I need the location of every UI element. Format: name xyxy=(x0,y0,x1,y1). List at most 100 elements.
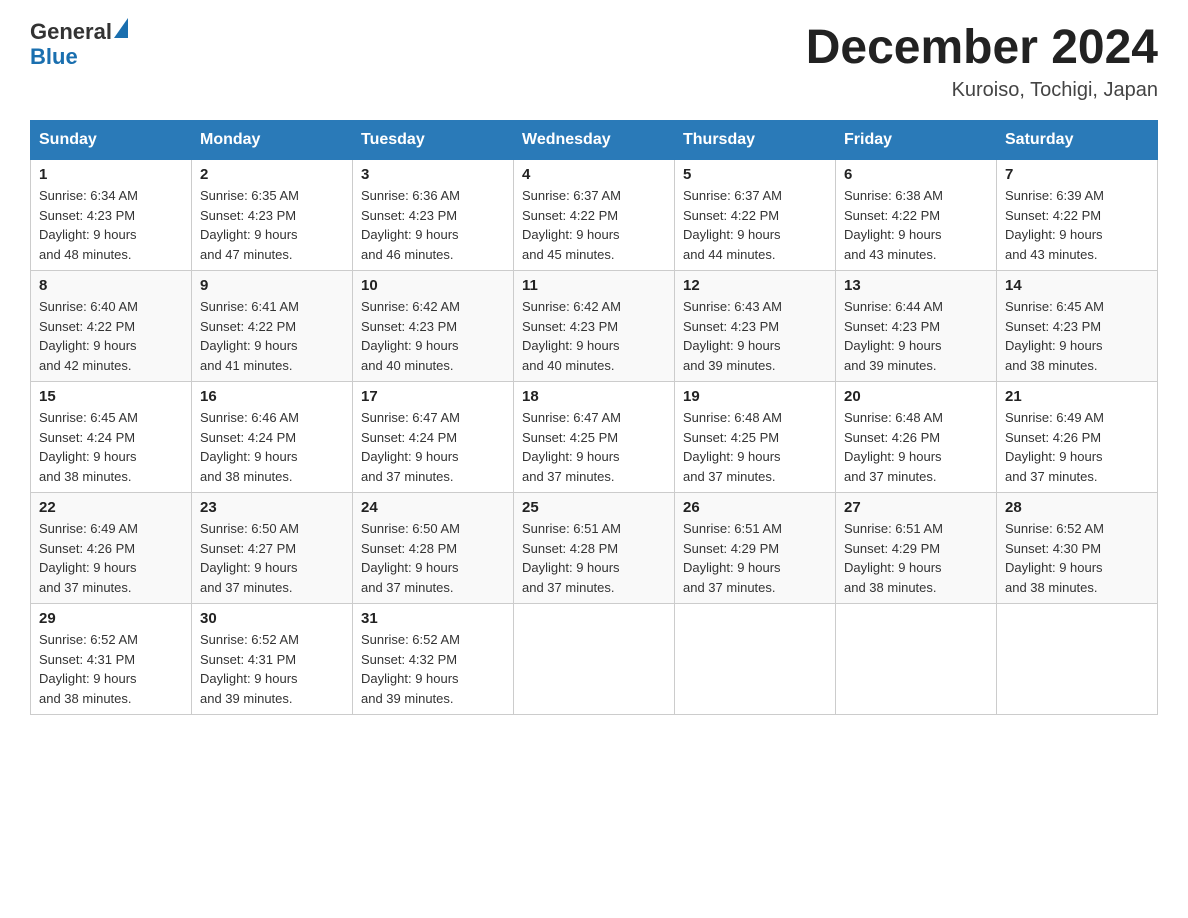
day-info: Sunrise: 6:51 AMSunset: 4:29 PMDaylight:… xyxy=(844,519,988,597)
calendar-cell: 3 Sunrise: 6:36 AMSunset: 4:23 PMDaylight… xyxy=(353,160,514,271)
calendar-table: Sunday Monday Tuesday Wednesday Thursday… xyxy=(30,120,1158,715)
day-info: Sunrise: 6:47 AMSunset: 4:24 PMDaylight:… xyxy=(361,408,505,486)
day-number: 31 xyxy=(361,610,505,627)
calendar-cell: 27Sunrise: 6:51 AMSunset: 4:29 PMDayligh… xyxy=(836,493,997,604)
day-number: 24 xyxy=(361,499,505,516)
calendar-cell: 28 Sunrise: 6:52 AMSunset: 4:30 PMDayligh… xyxy=(997,493,1158,604)
day-info: Sunrise: 6:41 AMSunset: 4:22 PMDaylight:… xyxy=(200,297,344,375)
calendar-cell: 25 Sunrise: 6:51 AMSunset: 4:28 PMDayligh… xyxy=(514,493,675,604)
day-number: 15 xyxy=(39,388,183,405)
calendar-week-2: 8 Sunrise: 6:40 AMSunset: 4:22 PMDaylight… xyxy=(31,271,1158,382)
col-monday: Monday xyxy=(192,121,353,160)
calendar-cell: 19 Sunrise: 6:48 AMSunset: 4:25 PMDayligh… xyxy=(675,382,836,493)
col-sunday: Sunday xyxy=(31,121,192,160)
day-number: 17 xyxy=(361,388,505,405)
calendar-cell: 13Sunrise: 6:44 AMSunset: 4:23 PMDayligh… xyxy=(836,271,997,382)
day-info: Sunrise: 6:50 AMSunset: 4:28 PMDaylight:… xyxy=(361,519,505,597)
day-number: 1 xyxy=(39,166,183,183)
calendar-cell: 22 Sunrise: 6:49 AMSunset: 4:26 PMDayligh… xyxy=(31,493,192,604)
calendar-week-1: 1 Sunrise: 6:34 AMSunset: 4:23 PMDaylight… xyxy=(31,160,1158,271)
day-number: 3 xyxy=(361,166,505,183)
day-info: Sunrise: 6:36 AMSunset: 4:23 PMDaylight:… xyxy=(361,186,505,264)
day-number: 29 xyxy=(39,610,183,627)
calendar-cell: 30Sunrise: 6:52 AMSunset: 4:31 PMDayligh… xyxy=(192,604,353,715)
day-info: Sunrise: 6:48 AMSunset: 4:25 PMDaylight:… xyxy=(683,408,827,486)
day-number: 6 xyxy=(844,166,988,183)
calendar-cell xyxy=(675,604,836,715)
day-number: 11 xyxy=(522,277,666,294)
page-header: General Blue December 2024 Kuroiso, Toch… xyxy=(30,20,1158,102)
col-saturday: Saturday xyxy=(997,121,1158,160)
calendar-cell: 18Sunrise: 6:47 AMSunset: 4:25 PMDayligh… xyxy=(514,382,675,493)
calendar-cell: 26 Sunrise: 6:51 AMSunset: 4:29 PMDayligh… xyxy=(675,493,836,604)
calendar-cell: 5 Sunrise: 6:37 AMSunset: 4:22 PMDaylight… xyxy=(675,160,836,271)
calendar-cell: 11 Sunrise: 6:42 AMSunset: 4:23 PMDayligh… xyxy=(514,271,675,382)
day-info: Sunrise: 6:40 AMSunset: 4:22 PMDaylight:… xyxy=(39,297,183,375)
calendar-cell: 15Sunrise: 6:45 AMSunset: 4:24 PMDayligh… xyxy=(31,382,192,493)
calendar-cell: 29 Sunrise: 6:52 AMSunset: 4:31 PMDayligh… xyxy=(31,604,192,715)
day-info: Sunrise: 6:47 AMSunset: 4:25 PMDaylight:… xyxy=(522,408,666,486)
main-title: December 2024 xyxy=(806,20,1158,75)
day-info: Sunrise: 6:42 AMSunset: 4:23 PMDaylight:… xyxy=(522,297,666,375)
day-info: Sunrise: 6:49 AMSunset: 4:26 PMDaylight:… xyxy=(1005,408,1149,486)
subtitle: Kuroiso, Tochigi, Japan xyxy=(806,79,1158,102)
title-block: December 2024 Kuroiso, Tochigi, Japan xyxy=(806,20,1158,102)
calendar-cell: 16 Sunrise: 6:46 AMSunset: 4:24 PMDayligh… xyxy=(192,382,353,493)
day-info: Sunrise: 6:51 AMSunset: 4:28 PMDaylight:… xyxy=(522,519,666,597)
day-info: Sunrise: 6:34 AMSunset: 4:23 PMDaylight:… xyxy=(39,186,183,264)
day-number: 16 xyxy=(200,388,344,405)
day-number: 12 xyxy=(683,277,827,294)
calendar-week-4: 22 Sunrise: 6:49 AMSunset: 4:26 PMDayligh… xyxy=(31,493,1158,604)
calendar-cell: 1 Sunrise: 6:34 AMSunset: 4:23 PMDaylight… xyxy=(31,160,192,271)
day-number: 22 xyxy=(39,499,183,516)
day-number: 23 xyxy=(200,499,344,516)
col-friday: Friday xyxy=(836,121,997,160)
calendar-cell: 23 Sunrise: 6:50 AMSunset: 4:27 PMDayligh… xyxy=(192,493,353,604)
day-number: 30 xyxy=(200,610,344,627)
calendar-cell: 10 Sunrise: 6:42 AMSunset: 4:23 PMDayligh… xyxy=(353,271,514,382)
calendar-cell xyxy=(514,604,675,715)
day-info: Sunrise: 6:51 AMSunset: 4:29 PMDaylight:… xyxy=(683,519,827,597)
day-number: 19 xyxy=(683,388,827,405)
calendar-body: 1 Sunrise: 6:34 AMSunset: 4:23 PMDaylight… xyxy=(31,160,1158,715)
day-number: 5 xyxy=(683,166,827,183)
day-info: Sunrise: 6:46 AMSunset: 4:24 PMDaylight:… xyxy=(200,408,344,486)
logo-text-general: General xyxy=(30,20,112,44)
day-info: Sunrise: 6:38 AMSunset: 4:22 PMDaylight:… xyxy=(844,186,988,264)
day-number: 9 xyxy=(200,277,344,294)
logo-triangle-icon xyxy=(114,18,128,38)
calendar-cell: 7Sunrise: 6:39 AMSunset: 4:22 PMDaylight… xyxy=(997,160,1158,271)
day-info: Sunrise: 6:48 AMSunset: 4:26 PMDaylight:… xyxy=(844,408,988,486)
day-number: 4 xyxy=(522,166,666,183)
day-info: Sunrise: 6:52 AMSunset: 4:30 PMDaylight:… xyxy=(1005,519,1149,597)
day-number: 26 xyxy=(683,499,827,516)
calendar-cell xyxy=(836,604,997,715)
calendar-cell: 2Sunrise: 6:35 AMSunset: 4:23 PMDaylight… xyxy=(192,160,353,271)
calendar-cell: 21 Sunrise: 6:49 AMSunset: 4:26 PMDayligh… xyxy=(997,382,1158,493)
day-number: 28 xyxy=(1005,499,1149,516)
header-row: Sunday Monday Tuesday Wednesday Thursday… xyxy=(31,121,1158,160)
day-number: 13 xyxy=(844,277,988,294)
day-info: Sunrise: 6:43 AMSunset: 4:23 PMDaylight:… xyxy=(683,297,827,375)
day-info: Sunrise: 6:49 AMSunset: 4:26 PMDaylight:… xyxy=(39,519,183,597)
calendar-week-5: 29 Sunrise: 6:52 AMSunset: 4:31 PMDayligh… xyxy=(31,604,1158,715)
calendar-cell: 31Sunrise: 6:52 AMSunset: 4:32 PMDayligh… xyxy=(353,604,514,715)
col-thursday: Thursday xyxy=(675,121,836,160)
day-number: 21 xyxy=(1005,388,1149,405)
calendar-cell: 24 Sunrise: 6:50 AMSunset: 4:28 PMDayligh… xyxy=(353,493,514,604)
calendar-cell: 17 Sunrise: 6:47 AMSunset: 4:24 PMDayligh… xyxy=(353,382,514,493)
day-info: Sunrise: 6:37 AMSunset: 4:22 PMDaylight:… xyxy=(683,186,827,264)
calendar-cell: 20Sunrise: 6:48 AMSunset: 4:26 PMDayligh… xyxy=(836,382,997,493)
day-number: 8 xyxy=(39,277,183,294)
calendar-cell: 14Sunrise: 6:45 AMSunset: 4:23 PMDayligh… xyxy=(997,271,1158,382)
day-info: Sunrise: 6:52 AMSunset: 4:31 PMDaylight:… xyxy=(39,630,183,708)
day-info: Sunrise: 6:42 AMSunset: 4:23 PMDaylight:… xyxy=(361,297,505,375)
col-tuesday: Tuesday xyxy=(353,121,514,160)
day-number: 25 xyxy=(522,499,666,516)
day-info: Sunrise: 6:35 AMSunset: 4:23 PMDaylight:… xyxy=(200,186,344,264)
calendar-cell: 9 Sunrise: 6:41 AMSunset: 4:22 PMDaylight… xyxy=(192,271,353,382)
day-number: 10 xyxy=(361,277,505,294)
calendar-cell: 6 Sunrise: 6:38 AMSunset: 4:22 PMDaylight… xyxy=(836,160,997,271)
logo: General Blue xyxy=(30,20,128,70)
day-info: Sunrise: 6:50 AMSunset: 4:27 PMDaylight:… xyxy=(200,519,344,597)
